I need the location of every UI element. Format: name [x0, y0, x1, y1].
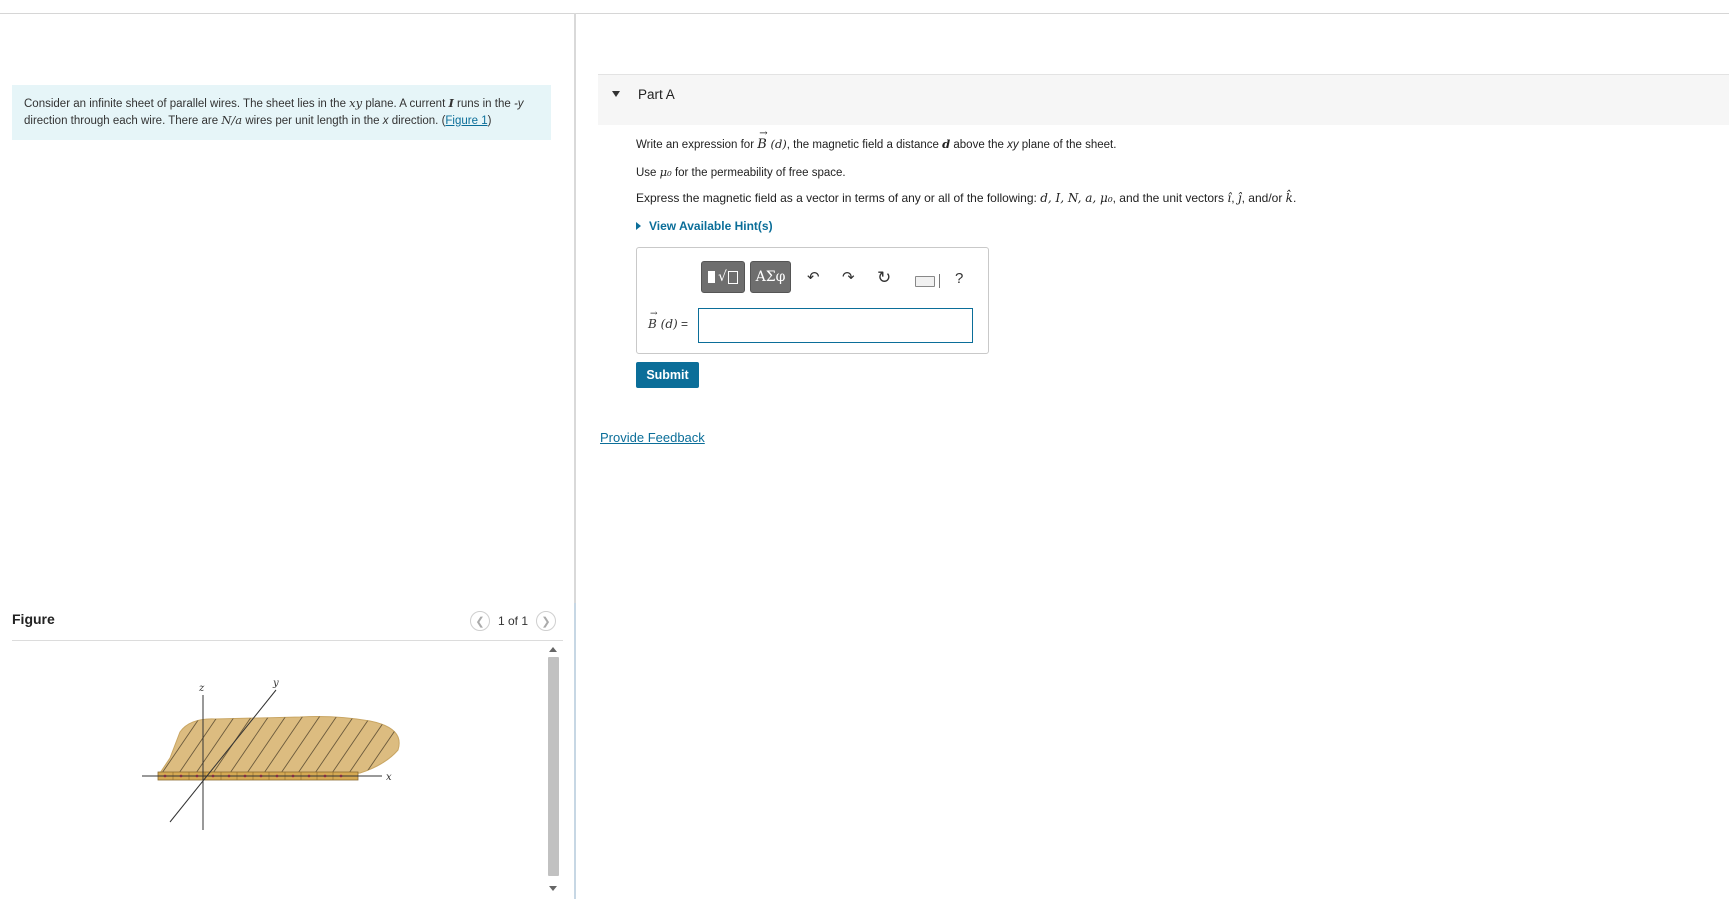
prompt-text: , the magnetic field a distance	[786, 139, 943, 151]
help-icon[interactable]: ?	[955, 270, 963, 287]
prompt-text: ,	[1231, 191, 1238, 205]
intro-text: plane. A current	[362, 98, 449, 110]
prompt-text: , and the unit vectors	[1112, 191, 1228, 205]
keyboard-icon[interactable]	[915, 276, 935, 287]
prompt-text: above the	[950, 139, 1008, 151]
b-vector-label: → B	[648, 309, 658, 331]
answer-label: → B (d) =	[648, 309, 689, 331]
template-block-icon	[708, 271, 716, 283]
answer-symbol: (d)	[656, 317, 678, 331]
intro-text: direction. (	[388, 115, 446, 127]
intro-text: runs in the	[453, 98, 514, 110]
hints-label: View Available Hint(s)	[649, 219, 773, 233]
prompt-symbol: B	[757, 137, 767, 152]
prompt-text: .	[1292, 191, 1297, 205]
undo-icon[interactable]: ↶	[807, 270, 820, 286]
top-border	[0, 13, 1729, 14]
reset-icon[interactable]: ↻	[877, 269, 891, 286]
intro-symbol: -y	[513, 98, 524, 110]
answer-instruction: Express the magnetic field as a vector i…	[636, 191, 1296, 205]
wire-sheet-figure: z y x	[142, 678, 400, 830]
toolbar-separator	[939, 274, 940, 288]
part-a-header[interactable]: Part A	[598, 74, 1729, 125]
prompt-text: Use	[636, 167, 660, 179]
prompt-symbol: k̂	[1285, 191, 1293, 205]
intro-text: direction through each wire. There are	[24, 115, 222, 127]
equals-sign: =	[677, 317, 689, 331]
scroll-thumb[interactable]	[548, 657, 559, 876]
template-box-icon	[727, 270, 738, 284]
intro-text: Consider an infinite sheet of parallel w…	[24, 98, 350, 110]
prompt-symbol: xy	[1007, 139, 1019, 151]
figure-pager: ❮ 1 of 1 ❯	[470, 611, 557, 631]
prompt-text: , and/or	[1241, 191, 1286, 205]
prompt-text: Write an expression for	[636, 139, 758, 151]
answer-symbol: B	[648, 317, 657, 331]
prompt-symbol: d	[942, 137, 951, 151]
figure-scrollbar[interactable]	[546, 643, 561, 899]
prev-figure-button[interactable]: ❮	[470, 611, 490, 631]
figure-page-count: 1 of 1	[498, 614, 529, 628]
chevron-left-icon: ❮	[475, 615, 485, 628]
chevron-right-icon: ❯	[541, 615, 551, 628]
prompt-text: for the permeability of free space.	[671, 167, 846, 179]
submit-button[interactable]: Submit	[636, 362, 699, 388]
intro-text: wires per unit length in the	[242, 115, 383, 127]
prompt-text: plane of the sheet.	[1018, 139, 1117, 151]
templates-button[interactable]: √	[701, 261, 745, 293]
panel-divider-handle[interactable]	[574, 603, 576, 899]
part-a-label: Part A	[638, 87, 675, 102]
mu-instruction: Use μ₀ for the permeability of free spac…	[636, 165, 846, 179]
prompt-symbol: (d)	[766, 137, 787, 151]
question-prompt: Write an expression for → B (d), the magn…	[636, 128, 1117, 152]
intro-symbol: N/a	[221, 113, 243, 127]
y-axis-label: y	[272, 678, 279, 689]
problem-intro: Consider an infinite sheet of parallel w…	[12, 85, 551, 140]
figure-title: Figure	[12, 611, 55, 627]
symbols-button[interactable]: ΑΣφ	[750, 261, 791, 293]
figure-link[interactable]: Figure 1	[445, 115, 487, 127]
caret-down-icon[interactable]	[612, 91, 620, 97]
intro-text: )	[487, 115, 492, 127]
caret-right-icon	[636, 222, 641, 230]
figure-header-rule	[12, 640, 563, 641]
answer-editor: √ ΑΣφ ↶ ↷ ↻ ? → B (d) =	[636, 247, 989, 354]
prompt-text: Express the magnetic field as a vector i…	[636, 191, 1041, 205]
intro-symbol: xy	[349, 96, 363, 110]
b-vector-symbol: → B	[757, 128, 768, 152]
provide-feedback-link[interactable]: Provide Feedback	[600, 430, 705, 445]
view-hints-toggle[interactable]: View Available Hint(s)	[636, 219, 773, 233]
radical-icon: √	[718, 269, 727, 285]
x-axis-label: x	[386, 772, 392, 783]
next-figure-button[interactable]: ❯	[536, 611, 557, 631]
answer-input[interactable]	[698, 308, 973, 343]
prompt-symbol: d, I, N, a, μ₀	[1040, 191, 1113, 205]
scroll-up-arrow-icon[interactable]	[549, 647, 557, 652]
redo-icon[interactable]: ↷	[842, 270, 855, 286]
z-axis-label: z	[198, 683, 205, 694]
scroll-down-arrow-icon[interactable]	[549, 886, 557, 891]
prompt-symbol: μ₀	[659, 165, 672, 179]
